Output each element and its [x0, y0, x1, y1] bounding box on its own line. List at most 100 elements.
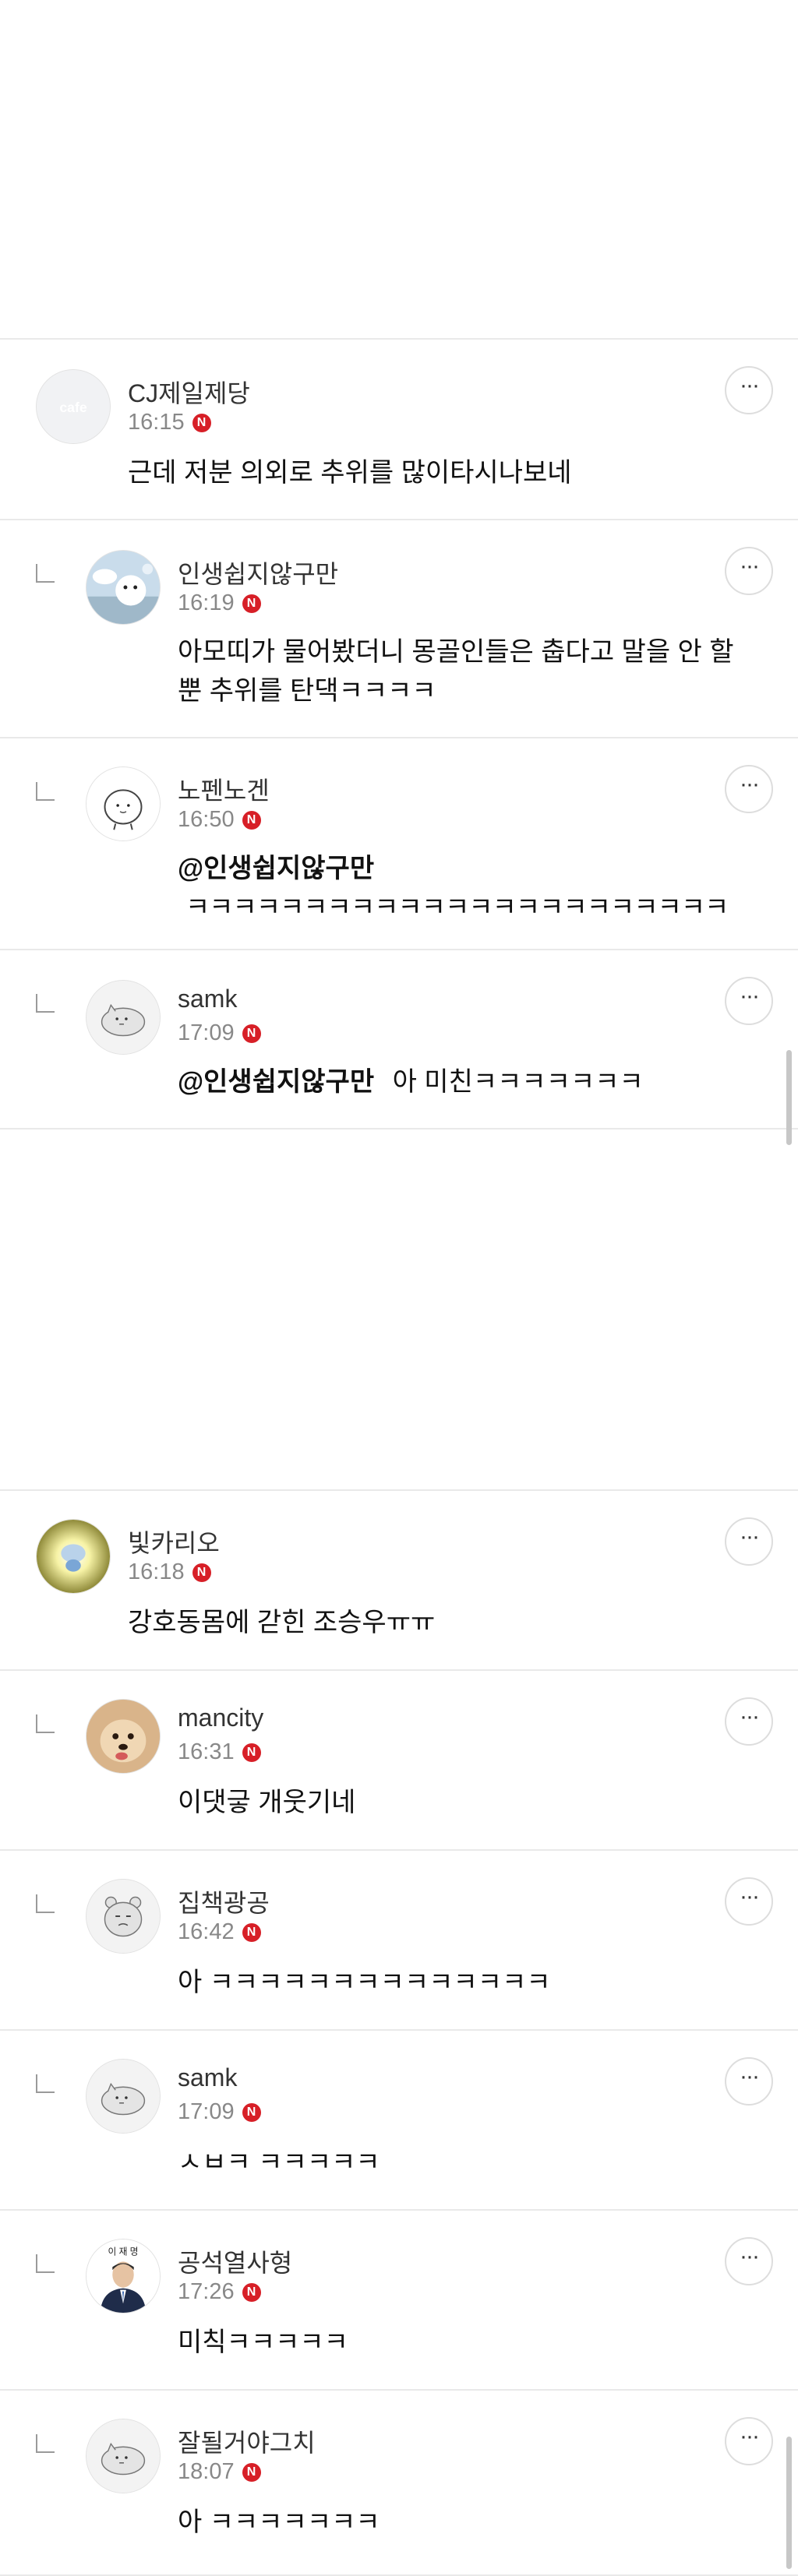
new-badge: N — [242, 810, 261, 830]
comment-time: 16:15 N — [128, 410, 211, 435]
avatar[interactable] — [86, 2419, 161, 2493]
mention-tag[interactable]: @인생쉽지않구만 — [178, 1067, 374, 1097]
comment-time-text: 16:31 — [178, 1739, 235, 1764]
portrait-avatar-label: 이 재 명 — [108, 2247, 139, 2257]
comment-time: 16:19 N — [178, 590, 261, 616]
reply-item: 이 재 명 공석열사형 17:26 N 미칙ㅋㅋㅋㅋㅋ ··· — [0, 2209, 798, 2389]
more-options-button[interactable]: ··· — [725, 765, 773, 813]
comment-body: 이댓긓 개웃기네 — [178, 1788, 356, 1817]
dog-avatar-icon — [87, 1700, 160, 1773]
more-options-button[interactable]: ··· — [725, 2057, 773, 2106]
new-badge: N — [242, 2282, 261, 2302]
cafe-default-avatar-icon: cafe — [37, 370, 110, 443]
reply-arrow-icon — [36, 2254, 55, 2273]
bear-doodle-avatar-icon — [87, 1880, 160, 1953]
glow-avatar-icon — [37, 1520, 110, 1593]
comment-time-text: 16:18 — [128, 1559, 185, 1584]
comment-time-text: 16:15 — [128, 410, 185, 435]
comment-body: 아 ㅋㅋㅋㅋㅋㅋㅋㅋㅋㅋㅋㅋㅋㅋ — [178, 1968, 551, 1997]
mention-tag[interactable]: @인생쉽지않구만 — [178, 849, 759, 888]
comment-time: 17:26 N — [178, 2279, 261, 2305]
comment-author[interactable]: 공석열사형 — [178, 2243, 292, 2279]
reply-arrow-icon — [36, 2074, 55, 2093]
avatar[interactable] — [86, 550, 161, 625]
comment-time: 17:09 N — [178, 1020, 261, 1046]
more-options-button[interactable]: ··· — [725, 547, 773, 595]
avatar[interactable]: cafe — [36, 369, 111, 444]
comment-body: 근데 저분 의외로 추위를 많이타시나보네 — [128, 458, 572, 488]
comment-time: 16:50 N — [178, 807, 261, 833]
cat-doodle-avatar-icon — [87, 2060, 160, 2133]
new-badge: N — [192, 413, 211, 432]
cat-doodle-avatar-icon — [87, 981, 160, 1054]
doodle-avatar-icon — [87, 767, 160, 840]
avatar[interactable] — [36, 1519, 111, 1594]
comment-body: ㅋㅋㅋㅋㅋㅋㅋㅋㅋㅋㅋㅋㅋㅋㅋㅋㅋㅋㅋㅋㅋㅋㅋ — [185, 893, 729, 922]
new-badge: N — [192, 1563, 211, 1582]
comment-author[interactable]: mancity — [178, 1704, 263, 1732]
comment-body: 아 미친ㅋㅋㅋㅋㅋㅋㅋ — [392, 1067, 644, 1097]
comment-author[interactable]: 집책광공 — [178, 1884, 270, 1919]
more-options-button[interactable]: ··· — [725, 366, 773, 414]
more-options-button[interactable]: ··· — [725, 1517, 773, 1566]
more-horizontal-icon: ··· — [740, 1884, 760, 1909]
avatar[interactable] — [86, 980, 161, 1055]
comment-body: 강호동몸에 갇힌 조승우ㅠㅠ — [128, 1608, 436, 1637]
new-badge: N — [242, 1922, 261, 1942]
avatar[interactable]: 이 재 명 — [86, 2239, 161, 2313]
reply-item: 집책광공 16:42 N 아 ㅋㅋㅋㅋㅋㅋㅋㅋㅋㅋㅋㅋㅋㅋ ··· — [0, 1849, 798, 2029]
reply-item: 인생쉽지않구만 16:19 N 아모띠가 물어봤더니 몽골인들은 춥다고 말을 … — [0, 519, 798, 737]
avatar[interactable] — [86, 766, 161, 841]
comment-text: 이댓긓 개웃기네 — [178, 1783, 770, 1822]
comment-author[interactable]: 노펜노겐 — [178, 771, 270, 807]
comment-text: @인생쉽지않구만 ㅋㅋㅋㅋㅋㅋㅋㅋㅋㅋㅋㅋㅋㅋㅋㅋㅋㅋㅋㅋㅋㅋㅋ — [178, 849, 770, 927]
new-badge: N — [242, 1024, 261, 1043]
new-badge: N — [242, 2462, 261, 2482]
more-horizontal-icon: ··· — [740, 1704, 760, 1729]
more-horizontal-icon: ··· — [740, 771, 760, 797]
reply-arrow-icon — [36, 994, 55, 1013]
top-blank-area — [0, 0, 798, 338]
comment-author[interactable]: 빛카리오 — [128, 1524, 220, 1559]
avatar[interactable] — [86, 2059, 161, 2134]
comment-body: ㅅㅂㅋ ㅋㅋㅋㅋㅋ — [178, 2148, 380, 2177]
comment-author[interactable]: 잘될거야그치 — [178, 2423, 316, 2459]
avatar[interactable] — [86, 1699, 161, 1774]
comment-time: 17:09 N — [178, 2099, 261, 2125]
more-options-button[interactable]: ··· — [725, 1877, 773, 1926]
avatar[interactable] — [86, 1879, 161, 1954]
scrollbar-thumb[interactable] — [786, 2437, 792, 2569]
more-options-button[interactable]: ··· — [725, 1697, 773, 1746]
comment-time: 16:31 N — [178, 1739, 261, 1765]
character-avatar-icon — [87, 551, 160, 624]
comment-time-text: 18:07 — [178, 2459, 235, 2484]
reply-arrow-icon — [36, 1714, 55, 1733]
reply-arrow-icon — [36, 2434, 55, 2453]
comment-author[interactable]: samk — [178, 985, 237, 1013]
new-badge: N — [242, 1743, 261, 1762]
comment-text: 아모띠가 물어봤더니 몽골인들은 춥다고 말을 안 할뿐 추위를 탄댁ㅋㅋㅋㅋ — [178, 633, 754, 710]
comment-time-text: 16:19 — [178, 590, 235, 615]
more-options-button[interactable]: ··· — [725, 977, 773, 1025]
comment-author[interactable]: samk — [178, 2063, 237, 2092]
reply-item: 잘될거야그치 18:07 N 아 ㅋㅋㅋㅋㅋㅋㅋ ··· — [0, 2389, 798, 2576]
scrollbar-thumb[interactable] — [786, 1050, 792, 1145]
comment-author[interactable]: CJ제일제당 — [128, 374, 250, 410]
comment-text: 강호동몸에 갇힌 조승우ㅠㅠ — [128, 1603, 720, 1642]
comment-text: 근데 저분 의외로 추위를 많이타시나보네 — [128, 453, 720, 492]
portrait-avatar-icon: 이 재 명 — [87, 2239, 160, 2313]
more-horizontal-icon: ··· — [740, 553, 760, 579]
more-options-button[interactable]: ··· — [725, 2237, 773, 2285]
comment-time-text: 16:50 — [178, 807, 235, 832]
comment-item: 빛카리오 16:18 N 강호동몸에 갇힌 조승우ㅠㅠ ··· — [0, 1489, 798, 1669]
reply-item: mancity 16:31 N 이댓긓 개웃기네 ··· — [0, 1669, 798, 1849]
comment-time-text: 17:09 — [178, 2099, 235, 2124]
comment-author[interactable]: 인생쉽지않구만 — [178, 555, 338, 590]
more-horizontal-icon: ··· — [740, 983, 760, 1009]
reply-item: samk 17:09 N @인생쉽지않구만 아 미친ㅋㅋㅋㅋㅋㅋㅋ ··· — [0, 949, 798, 1129]
more-options-button[interactable]: ··· — [725, 2417, 773, 2465]
more-horizontal-icon: ··· — [740, 1524, 760, 1549]
reply-arrow-icon — [36, 782, 55, 801]
comment-body: 미칙ㅋㅋㅋㅋㅋ — [178, 2328, 348, 2357]
comment-time: 16:42 N — [178, 1919, 261, 1945]
